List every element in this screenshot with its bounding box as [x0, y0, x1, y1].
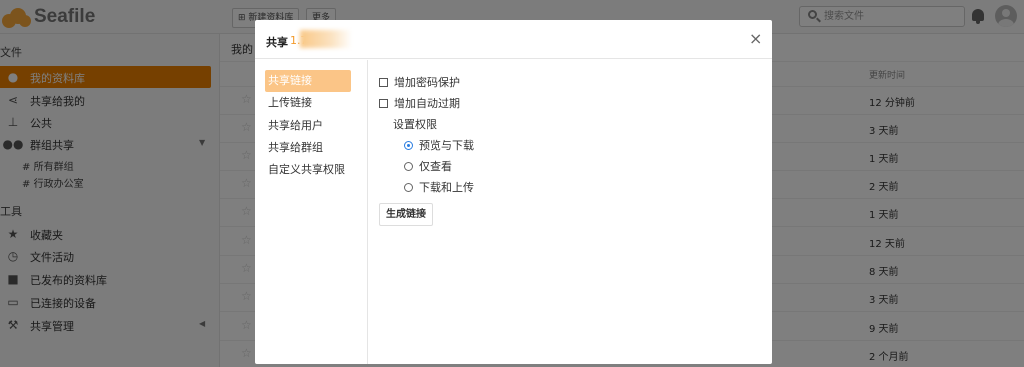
dialog-tabs: 共享链接 上传链接 共享给用户 共享给群组 自定义共享权限: [255, 60, 368, 364]
dialog-header: 共享 1.7 ×: [255, 20, 772, 59]
tab-share-link[interactable]: 共享链接: [265, 70, 351, 92]
permission-preview-download[interactable]: 预览与下载: [404, 137, 474, 153]
tab-share-to-user[interactable]: 共享给用户: [265, 115, 351, 137]
permission-label: 设置权限: [393, 118, 437, 131]
radio-selected[interactable]: [404, 140, 413, 150]
blurred-file-name: [300, 30, 352, 48]
permission-view-only[interactable]: 仅查看: [404, 158, 452, 174]
auto-expire-checkbox[interactable]: [379, 98, 388, 108]
password-protect-option[interactable]: 增加密码保护: [379, 74, 460, 90]
tab-custom-permissions[interactable]: 自定义共享权限: [265, 159, 351, 181]
generate-link-button[interactable]: 生成链接: [379, 203, 433, 226]
password-protect-checkbox[interactable]: [379, 77, 388, 87]
close-icon[interactable]: ×: [749, 31, 762, 47]
share-dialog: 共享 1.7 × 共享链接 上传链接 共享给用户 共享给群组 自定义共享权限 增…: [255, 20, 772, 364]
radio[interactable]: [404, 161, 413, 171]
radio[interactable]: [404, 182, 413, 192]
permission-option-label: 下载和上传: [419, 181, 474, 194]
dialog-title: 共享: [266, 36, 288, 49]
permission-option-label: 预览与下载: [419, 139, 474, 152]
auto-expire-option[interactable]: 增加自动过期: [379, 95, 460, 111]
password-protect-label: 增加密码保护: [394, 76, 460, 89]
auto-expire-label: 增加自动过期: [394, 97, 460, 110]
permission-download-upload[interactable]: 下载和上传: [404, 179, 474, 195]
permission-option-label: 仅查看: [419, 160, 452, 173]
tab-upload-link[interactable]: 上传链接: [265, 92, 351, 114]
tab-share-to-group[interactable]: 共享给群组: [265, 137, 351, 159]
